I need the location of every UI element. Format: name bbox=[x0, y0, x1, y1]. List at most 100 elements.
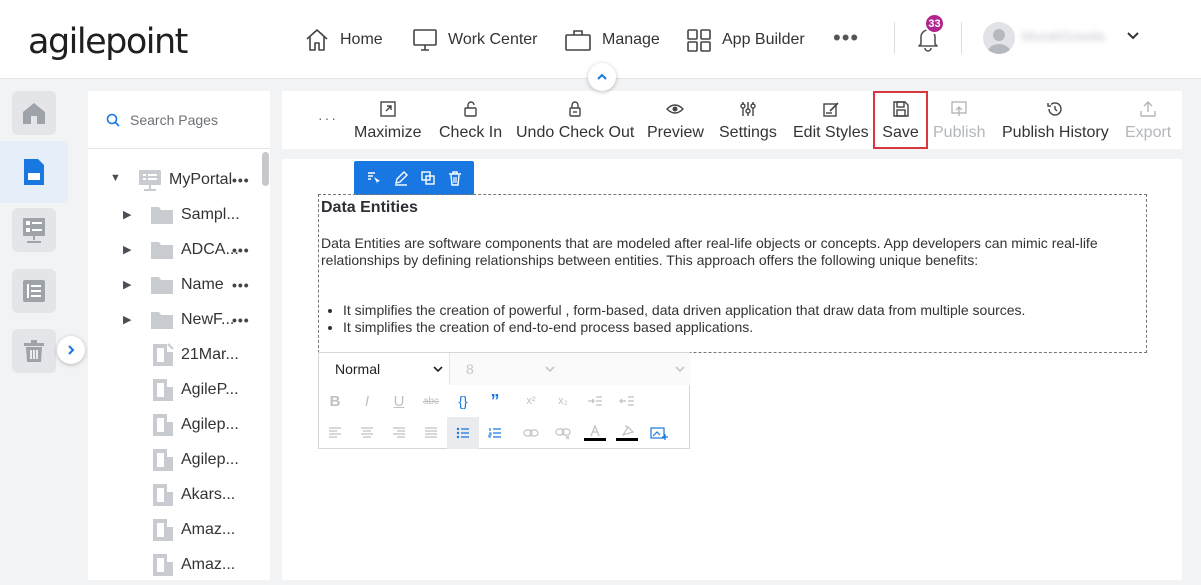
tree-item-more-button[interactable]: ••• bbox=[232, 277, 250, 293]
publish-history-button[interactable]: Publish History bbox=[1002, 91, 1109, 149]
blockquote-button[interactable]: ” bbox=[479, 385, 511, 417]
italic-button[interactable]: I bbox=[351, 385, 383, 417]
unlink-button[interactable] bbox=[547, 417, 579, 449]
export-button[interactable]: Export bbox=[1125, 91, 1171, 149]
preview-button[interactable]: Preview bbox=[647, 91, 704, 149]
nav-home[interactable]: Home bbox=[304, 24, 383, 56]
list-item: It simplifies the creation of end-to-end… bbox=[343, 319, 1025, 336]
font-size-select[interactable]: 8 bbox=[450, 353, 690, 385]
check-in-button[interactable]: Check In bbox=[439, 91, 502, 149]
nav-work-center[interactable]: Work Center bbox=[412, 24, 538, 56]
tree-folder[interactable]: ▶ Name ••• bbox=[88, 270, 262, 300]
align-left-button[interactable] bbox=[319, 417, 351, 449]
expand-rail-button[interactable] bbox=[57, 336, 85, 364]
avatar[interactable] bbox=[983, 22, 1015, 54]
bullet-list-button[interactable] bbox=[447, 417, 479, 449]
tree-page[interactable]: AgileP... bbox=[88, 375, 262, 405]
caret-right-icon[interactable]: ▶ bbox=[123, 278, 131, 291]
pages-scrollbar[interactable] bbox=[262, 152, 269, 186]
link-button[interactable] bbox=[515, 417, 547, 449]
save-label: Save bbox=[882, 124, 919, 141]
nav-app-builder[interactable]: App Builder bbox=[686, 24, 805, 56]
delete-icon[interactable] bbox=[447, 170, 463, 186]
subscript-button[interactable]: x₂ bbox=[547, 385, 579, 417]
collapse-header-button[interactable] bbox=[588, 63, 616, 91]
format-select[interactable]: Normal bbox=[319, 353, 450, 385]
rail-forms[interactable] bbox=[12, 208, 56, 252]
tree-root[interactable]: ▼ MyPortal ••• bbox=[88, 165, 262, 195]
rail-lists[interactable] bbox=[12, 269, 56, 313]
insert-image-button[interactable] bbox=[643, 417, 675, 449]
nav-work-center-label: Work Center bbox=[448, 31, 538, 48]
nav-manage[interactable]: Manage bbox=[564, 24, 660, 56]
copy-icon[interactable] bbox=[420, 170, 436, 186]
bold-button[interactable]: B bbox=[319, 385, 351, 417]
chevron-right-icon bbox=[68, 345, 75, 355]
align-center-button[interactable] bbox=[351, 417, 383, 449]
rich-text-widget[interactable]: Data Entities Data Entities are software… bbox=[318, 194, 1147, 353]
tree-page[interactable]: Amaz... bbox=[88, 550, 262, 580]
tree-page[interactable]: Agilep... bbox=[88, 445, 262, 475]
preview-label: Preview bbox=[647, 124, 704, 141]
tree-item-label: Sampl... bbox=[181, 206, 240, 223]
tree-item-label: Amaz... bbox=[181, 521, 236, 538]
tree-page[interactable]: 21Mar... bbox=[88, 340, 262, 370]
code-button[interactable]: {} bbox=[447, 385, 479, 417]
unlink-icon bbox=[555, 428, 571, 440]
background-color-button[interactable] bbox=[611, 417, 643, 449]
chevron-down-icon bbox=[545, 366, 555, 373]
agilepoint-logo[interactable]: agilepoint bbox=[28, 20, 188, 64]
content-title: Data Entities bbox=[321, 199, 418, 216]
widget-toolbar bbox=[354, 161, 474, 195]
number-list-button[interactable] bbox=[479, 417, 511, 449]
rail-pages[interactable] bbox=[0, 141, 68, 203]
tree-item-more-button[interactable]: ••• bbox=[232, 312, 250, 328]
user-menu-button[interactable] bbox=[1126, 29, 1140, 47]
grid-icon bbox=[687, 29, 711, 52]
caret-right-icon[interactable]: ▶ bbox=[123, 243, 131, 256]
chevron-down-icon bbox=[675, 366, 685, 373]
user-name[interactable]: MuraliGowda bbox=[1022, 28, 1122, 44]
font-color-button[interactable] bbox=[579, 417, 611, 449]
search-pages-field[interactable]: Search Pages bbox=[88, 91, 270, 149]
tree-item-label: Akars... bbox=[181, 486, 236, 503]
tree-folder[interactable]: ▶ ADCA... ••• bbox=[88, 235, 262, 265]
align-right-button[interactable] bbox=[383, 417, 415, 449]
rail-recycle-bin[interactable] bbox=[12, 329, 56, 373]
outdent-button[interactable] bbox=[611, 385, 643, 417]
tree-root-label: MyPortal bbox=[169, 171, 233, 188]
rail-home[interactable] bbox=[12, 91, 56, 135]
caret-down-icon[interactable]: ▼ bbox=[110, 172, 121, 184]
nav-more-button[interactable]: ••• bbox=[833, 27, 859, 49]
search-icon bbox=[106, 113, 120, 127]
left-rail bbox=[0, 80, 68, 585]
justify-button[interactable] bbox=[415, 417, 447, 449]
tree-root-more-button[interactable]: ••• bbox=[232, 172, 250, 188]
maximize-button[interactable]: Maximize bbox=[354, 91, 422, 149]
superscript-button[interactable]: x² bbox=[515, 385, 547, 417]
export-label: Export bbox=[1125, 124, 1172, 141]
undo-check-out-button[interactable]: Undo Check Out bbox=[516, 91, 634, 149]
pages-panel: Search Pages ▼ MyPortal ••• ▶ Sampl... ▶… bbox=[88, 91, 270, 580]
save-icon bbox=[892, 101, 909, 117]
toolbar-overflow-button[interactable]: ··· bbox=[318, 110, 338, 126]
indent-button[interactable] bbox=[579, 385, 611, 417]
caret-right-icon[interactable]: ▶ bbox=[123, 208, 131, 221]
tree-folder[interactable]: ▶ Sampl... bbox=[88, 200, 262, 230]
undo-check-out-label: Undo Check Out bbox=[516, 124, 635, 141]
tree-folder[interactable]: ▶ NewF... ••• bbox=[88, 305, 262, 335]
select-icon[interactable] bbox=[366, 170, 382, 186]
edit-styles-button[interactable]: Edit Styles bbox=[793, 91, 869, 149]
pencil-icon[interactable] bbox=[393, 170, 409, 186]
strikethrough-button[interactable]: abc bbox=[415, 385, 447, 417]
underline-button[interactable]: U bbox=[383, 385, 415, 417]
save-button[interactable]: Save bbox=[873, 91, 928, 149]
tree-page[interactable]: Agilep... bbox=[88, 410, 262, 440]
page-icon bbox=[153, 414, 173, 436]
tree-page[interactable]: Amaz... bbox=[88, 515, 262, 545]
tree-page[interactable]: Akars... bbox=[88, 480, 262, 510]
settings-button[interactable]: Settings bbox=[719, 91, 777, 149]
publish-button[interactable]: Publish bbox=[933, 91, 985, 149]
caret-right-icon[interactable]: ▶ bbox=[123, 313, 131, 326]
tree-item-more-button[interactable]: ••• bbox=[232, 242, 250, 258]
